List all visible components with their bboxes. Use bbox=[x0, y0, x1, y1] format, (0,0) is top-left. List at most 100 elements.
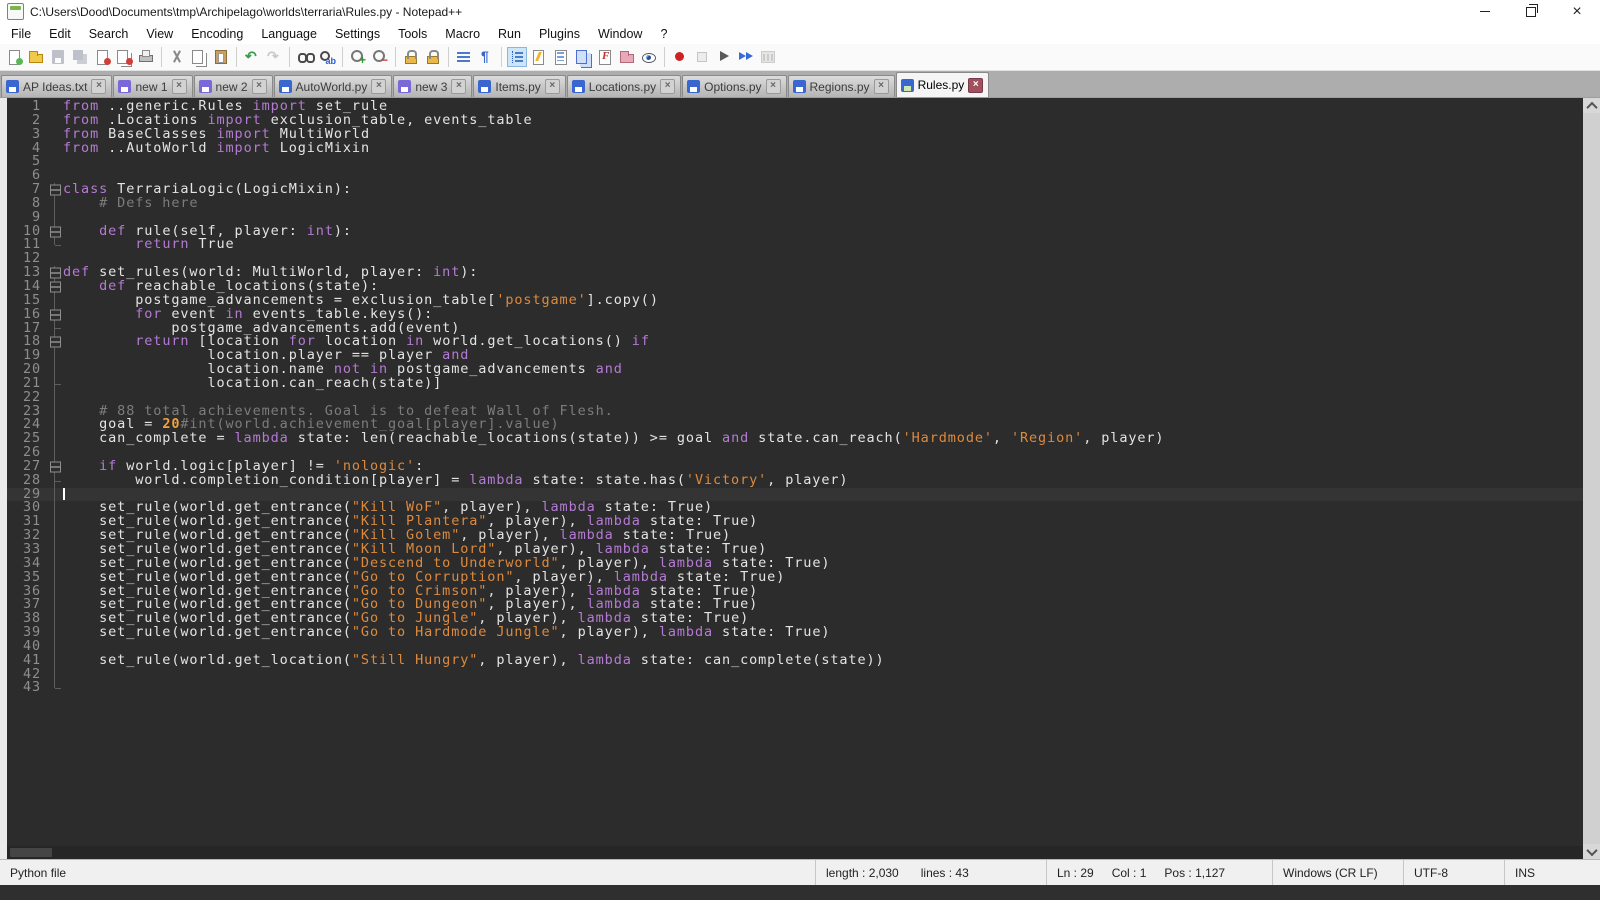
menu-item-tools[interactable]: Tools bbox=[389, 25, 436, 43]
line-number[interactable]: 7 bbox=[7, 183, 47, 197]
save-macro-icon[interactable] bbox=[758, 47, 778, 67]
tab-new-2[interactable]: new 2× bbox=[194, 75, 273, 97]
sync-horizontal-scroll-icon[interactable] bbox=[423, 47, 443, 67]
close-window-button[interactable]: × bbox=[1554, 0, 1600, 23]
horizontal-scrollbar-thumb[interactable] bbox=[10, 848, 52, 857]
code-line[interactable]: 32 set_rule(world.get_entrance("Kill Gol… bbox=[7, 529, 1583, 543]
code-text[interactable]: world.completion_condition[player] = lam… bbox=[63, 474, 1583, 488]
close-icon[interactable] bbox=[92, 47, 112, 67]
code-text[interactable] bbox=[63, 668, 1583, 682]
tab-close-icon[interactable]: × bbox=[91, 79, 106, 94]
line-number[interactable]: 1 bbox=[7, 100, 47, 114]
zoom-in-icon[interactable] bbox=[348, 47, 368, 67]
menu-item-file[interactable]: File bbox=[2, 25, 40, 43]
undo-icon[interactable] bbox=[242, 47, 262, 67]
menu-item-encoding[interactable]: Encoding bbox=[182, 25, 252, 43]
tab-new-1[interactable]: new 1× bbox=[113, 75, 192, 97]
code-text[interactable]: set_rule(world.get_entrance("Go to Hardm… bbox=[63, 626, 1583, 640]
tab-close-icon[interactable]: × bbox=[874, 79, 889, 94]
menu-item-edit[interactable]: Edit bbox=[40, 25, 80, 43]
code-text[interactable]: set_rule(world.get_entrance("Go to Dunge… bbox=[63, 598, 1583, 612]
fold-marker-icon[interactable] bbox=[47, 225, 63, 239]
document-list-icon[interactable] bbox=[573, 47, 593, 67]
code-text[interactable]: location.can_reach(state)] bbox=[63, 377, 1583, 391]
code-text[interactable]: # 88 total achievements. Goal is to defe… bbox=[63, 405, 1583, 419]
monitoring-icon[interactable] bbox=[639, 47, 659, 67]
vertical-scrollbar-track[interactable] bbox=[1583, 113, 1600, 844]
code-line[interactable]: 15 postgame_advancements = exclusion_tab… bbox=[7, 294, 1583, 308]
code-line[interactable]: 6 bbox=[7, 169, 1583, 183]
code-text[interactable]: postgame_advancements.add(event) bbox=[63, 322, 1583, 336]
scroll-down-arrow[interactable] bbox=[1583, 844, 1600, 859]
code-line[interactable]: 7 class TerrariaLogic(LogicMixin): bbox=[7, 183, 1583, 197]
code-line[interactable]: 38 set_rule(world.get_entrance("Go to Ju… bbox=[7, 612, 1583, 626]
code-line[interactable]: 4 from ..AutoWorld import LogicMixin bbox=[7, 142, 1583, 156]
code-line[interactable]: 41 set_rule(world.get_location("Still Hu… bbox=[7, 654, 1583, 668]
code-line[interactable]: 10 def rule(self, player: int): bbox=[7, 225, 1583, 239]
code-line[interactable]: 13def set_rules(world: MultiWorld, playe… bbox=[7, 266, 1583, 280]
code-text[interactable]: class TerrariaLogic(LogicMixin): bbox=[63, 183, 1583, 197]
code-text[interactable] bbox=[63, 681, 1583, 695]
open-file-icon[interactable] bbox=[26, 47, 46, 67]
code-text[interactable] bbox=[63, 155, 1583, 169]
line-number[interactable]: 8 bbox=[7, 197, 47, 211]
tab-close-icon[interactable]: × bbox=[451, 79, 466, 94]
code-text[interactable] bbox=[63, 640, 1583, 654]
restore-button[interactable] bbox=[1508, 0, 1554, 23]
code-area[interactable]: 1from ..generic.Rules import set_rule2fr… bbox=[7, 100, 1583, 846]
tab-rules-py[interactable]: Rules.py× bbox=[896, 72, 990, 97]
line-number[interactable]: 5 bbox=[7, 155, 47, 169]
code-text[interactable]: return [location for location in world.g… bbox=[63, 335, 1583, 349]
code-line[interactable]: 9 bbox=[7, 211, 1583, 225]
tab-items-py[interactable]: Items.py× bbox=[473, 75, 565, 97]
replace-icon[interactable] bbox=[317, 47, 337, 67]
word-wrap-icon[interactable] bbox=[454, 47, 474, 67]
tab-new-3[interactable]: new 3× bbox=[393, 75, 472, 97]
code-text[interactable]: def set_rules(world: MultiWorld, player:… bbox=[63, 266, 1583, 280]
code-line[interactable]: 43 bbox=[7, 681, 1583, 695]
fold-marker-icon[interactable] bbox=[47, 266, 63, 280]
menu-item-macro[interactable]: Macro bbox=[436, 25, 489, 43]
code-line[interactable]: 8 # Defs here bbox=[7, 197, 1583, 211]
new-file-icon[interactable] bbox=[4, 47, 24, 67]
tab-close-icon[interactable]: × bbox=[172, 79, 187, 94]
fold-marker-icon[interactable] bbox=[47, 335, 63, 349]
fold-marker-icon[interactable] bbox=[47, 460, 63, 474]
code-text[interactable]: set_rule(world.get_entrance("Descend to … bbox=[63, 557, 1583, 571]
copy-icon[interactable] bbox=[189, 47, 209, 67]
code-text[interactable]: set_rule(world.get_entrance("Go to Corru… bbox=[63, 571, 1583, 585]
code-line[interactable]: 39 set_rule(world.get_entrance("Go to Ha… bbox=[7, 626, 1583, 640]
show-indent-guide-icon[interactable] bbox=[507, 47, 527, 67]
document-map-icon[interactable] bbox=[551, 47, 571, 67]
code-line[interactable]: 34 set_rule(world.get_entrance("Descend … bbox=[7, 557, 1583, 571]
code-text[interactable]: from ..AutoWorld import LogicMixin bbox=[63, 142, 1583, 156]
code-text[interactable]: goal = 20#int(world.achievement_goal[pla… bbox=[63, 418, 1583, 432]
code-text[interactable]: return True bbox=[63, 238, 1583, 252]
code-text[interactable]: # Defs here bbox=[63, 197, 1583, 211]
record-macro-icon[interactable] bbox=[670, 47, 690, 67]
code-text[interactable] bbox=[63, 488, 1583, 502]
code-line[interactable]: 35 set_rule(world.get_entrance("Go to Co… bbox=[7, 571, 1583, 585]
code-text[interactable]: def rule(self, player: int): bbox=[63, 225, 1583, 239]
code-line[interactable]: 5 bbox=[7, 155, 1583, 169]
scroll-up-arrow[interactable] bbox=[1583, 98, 1600, 113]
menu-item-plugins[interactable]: Plugins bbox=[530, 25, 589, 43]
minimize-button[interactable] bbox=[1462, 0, 1508, 23]
code-line[interactable]: 33 set_rule(world.get_entrance("Kill Moo… bbox=[7, 543, 1583, 557]
tab-options-py[interactable]: Options.py× bbox=[682, 75, 786, 97]
code-line[interactable]: 17 postgame_advancements.add(event) bbox=[7, 322, 1583, 336]
menu-item-window[interactable]: Window bbox=[589, 25, 651, 43]
cut-icon[interactable] bbox=[167, 47, 187, 67]
code-text[interactable]: location.name not in postgame_advancemen… bbox=[63, 363, 1583, 377]
sync-vertical-scroll-icon[interactable] bbox=[401, 47, 421, 67]
line-number[interactable]: 4 bbox=[7, 142, 47, 156]
code-line[interactable]: 20 location.name not in postgame_advance… bbox=[7, 363, 1583, 377]
user-defined-language-icon[interactable] bbox=[595, 47, 615, 67]
code-text[interactable]: if world.logic[player] != 'nologic': bbox=[63, 460, 1583, 474]
code-line[interactable]: 14 def reachable_locations(state): bbox=[7, 280, 1583, 294]
code-line[interactable]: 25 can_complete = lambda state: len(reac… bbox=[7, 432, 1583, 446]
code-text[interactable] bbox=[63, 391, 1583, 405]
tab-locations-py[interactable]: Locations.py× bbox=[567, 75, 681, 97]
fold-marker-icon[interactable] bbox=[47, 280, 63, 294]
tab-regions-py[interactable]: Regions.py× bbox=[788, 75, 895, 97]
